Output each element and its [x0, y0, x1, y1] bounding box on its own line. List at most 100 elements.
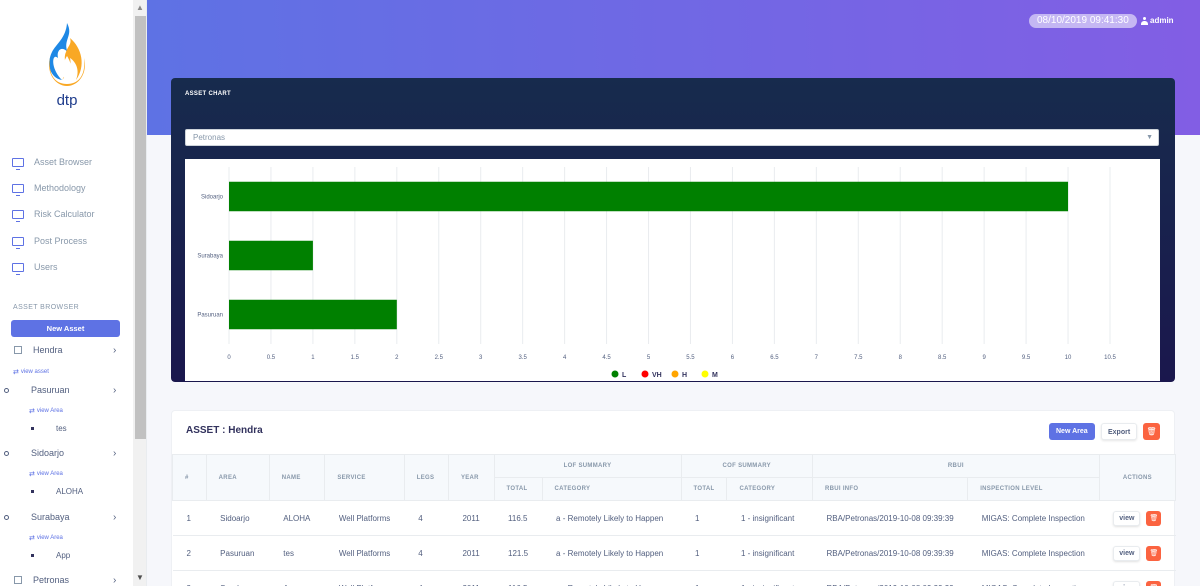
x-tick-label: 3	[479, 355, 483, 361]
col-area: AREA	[205, 454, 270, 501]
x-tick-label: 6.5	[770, 355, 779, 361]
tree-label: Petronas	[33, 575, 70, 585]
col-actions: ACTIONS	[1098, 454, 1177, 501]
legend-marker	[611, 370, 619, 378]
cell-area: Sidoarjo	[206, 500, 270, 536]
circle-icon	[4, 450, 9, 456]
chevron-right-icon[interactable]: ›	[113, 385, 116, 396]
col-cof-total: TOTAL	[680, 477, 728, 501]
table-row: 2 Pasuruan tes Well Platforms 4 2011 121…	[172, 535, 1176, 571]
export-button[interactable]: Export	[1101, 423, 1138, 440]
cell-rbui-info: RBA/Petronas/2019-10-08 09:39:39	[812, 500, 968, 536]
monitor-icon	[12, 236, 24, 249]
asset-table-card: ASSET : Hendra New Area Export 🗑 # AREA …	[171, 410, 1177, 586]
x-tick-label: 1.5	[351, 355, 360, 361]
view-area-link[interactable]: ⇄ view Area	[29, 407, 63, 415]
username: admin	[1150, 16, 1174, 25]
datetime-badge: 08/10/2019 09:41:30	[1029, 14, 1137, 28]
col-legs: LEGS	[403, 454, 449, 501]
cell-name: ALOHA	[269, 500, 325, 536]
view-asset-link[interactable]: ⇄ view asset	[13, 368, 49, 376]
cell-inspection-level: MIGAS: Complete Inspection	[967, 500, 1100, 536]
x-tick-label: 4	[563, 355, 567, 361]
asset-table: # AREA NAME SERVICE LEGS YEAR LOF SUMMAR…	[172, 454, 1177, 586]
link-label: view Area	[36, 535, 63, 541]
scroll-thumb[interactable]	[135, 16, 146, 439]
nav-asset-browser[interactable]: Asset Browser	[12, 153, 92, 171]
leaf-label: App	[56, 551, 71, 560]
company-select[interactable]: Petronas ▼	[185, 129, 1159, 146]
chevron-right-icon[interactable]: ›	[113, 345, 116, 356]
delete-button[interactable]: 🗑	[1143, 423, 1160, 440]
sidebar-scrollbar[interactable]: ▲ ▼	[133, 0, 146, 586]
nav-risk-calculator[interactable]: Risk Calculator	[12, 205, 95, 223]
new-asset-button[interactable]: New Asset	[11, 320, 120, 337]
monitor-icon	[12, 209, 24, 222]
monitor-icon	[12, 183, 24, 196]
delete-row-button[interactable]: 🗑	[1146, 580, 1162, 586]
view-button[interactable]: view	[1113, 580, 1141, 586]
tree-leaf-tes[interactable]: tes	[31, 424, 67, 433]
cell-actions: view 🗑	[1099, 500, 1176, 536]
cell-cof-category: 1 - insignificant	[726, 570, 813, 586]
chart-card-title: ASSET CHART	[185, 91, 231, 97]
tree-asset-hendra[interactable]: Hendra	[14, 345, 63, 355]
trash-icon: 🗑	[1149, 549, 1159, 557]
tree-leaf-app[interactable]: App	[31, 551, 70, 560]
nav-methodology[interactable]: Methodology	[12, 179, 86, 197]
cell-service: Well Platforms	[324, 570, 405, 586]
tree-asset-petronas[interactable]: Petronas	[14, 575, 69, 585]
scroll-up-arrow[interactable]: ▲	[133, 0, 146, 16]
col-rbui-info: RBUI INFO	[811, 477, 969, 501]
cell-area: Surabaya	[206, 570, 270, 586]
legend-label: L	[622, 372, 627, 379]
legend-label: VH	[652, 372, 662, 379]
cell-year: 2011	[448, 500, 495, 536]
user-menu[interactable]: admin	[1141, 16, 1174, 25]
col-cof-category: CATEGORY	[726, 477, 813, 501]
tree-area-pasuruan[interactable]: Pasuruan	[4, 385, 70, 395]
view-button[interactable]: view	[1113, 545, 1141, 561]
table-row: 3 Surabaya App Well Platforms 4 2011 116…	[172, 570, 1176, 586]
sidebar-heading: ASSET BROWSER	[13, 304, 80, 311]
scroll-down-arrow[interactable]: ▼	[133, 570, 146, 586]
col-cof-summary: COF SUMMARY	[680, 454, 813, 478]
link-label: view Area	[36, 408, 63, 414]
cell-num: 2	[172, 535, 207, 571]
view-area-link[interactable]: ⇄ view Area	[29, 470, 63, 478]
chevron-right-icon[interactable]: ›	[113, 575, 116, 586]
tree-area-surabaya[interactable]: Surabaya	[4, 512, 70, 522]
select-value: Petronas	[193, 133, 226, 142]
x-tick-label: 9	[982, 355, 986, 361]
x-tick-label: 0.5	[267, 355, 276, 361]
chevron-right-icon[interactable]: ›	[113, 512, 116, 523]
caret-down-icon: ▼	[1146, 134, 1153, 141]
cell-lof-total: 121.5	[494, 535, 543, 571]
leaf-label: ALOHA	[56, 487, 84, 496]
nav-post-process[interactable]: Post Process	[12, 232, 87, 250]
link-label: view Area	[36, 471, 63, 477]
tree-label: Hendra	[33, 345, 63, 355]
view-button[interactable]: view	[1113, 510, 1141, 526]
nav-users[interactable]: Users	[12, 258, 58, 276]
delete-row-button[interactable]: 🗑	[1146, 545, 1162, 561]
new-area-button[interactable]: New Area	[1049, 423, 1095, 440]
cell-cof-category: 1 - insignificant	[726, 500, 813, 536]
nav-label: Post Process	[34, 236, 88, 246]
link-icon: ⇄	[29, 471, 35, 478]
chart-panel: 0 0.5 1 1.5 2 2.5 3 3.5 4 4.5 5 5.5 6 6.5 7 7.5 8 8.5 9 9.5…	[185, 159, 1160, 381]
legend-marker	[701, 370, 709, 378]
col-rbui: RBUI	[811, 454, 1100, 478]
cell-legs: 4	[404, 570, 449, 586]
x-tick-label: 6	[731, 355, 735, 361]
cell-name: App	[269, 570, 325, 586]
view-area-link[interactable]: ⇄ view Area	[29, 534, 63, 542]
delete-row-button[interactable]: 🗑	[1146, 510, 1162, 526]
tree-leaf-aloha[interactable]: ALOHA	[31, 487, 83, 496]
tree-label: Sidoarjo	[31, 448, 65, 458]
col-lof-category: CATEGORY	[541, 477, 682, 501]
chevron-right-icon[interactable]: ›	[113, 448, 116, 459]
nav-label: Asset Browser	[34, 157, 93, 167]
x-tick-label: 10	[1065, 355, 1072, 361]
tree-area-sidoarjo[interactable]: Sidoarjo	[4, 448, 64, 458]
